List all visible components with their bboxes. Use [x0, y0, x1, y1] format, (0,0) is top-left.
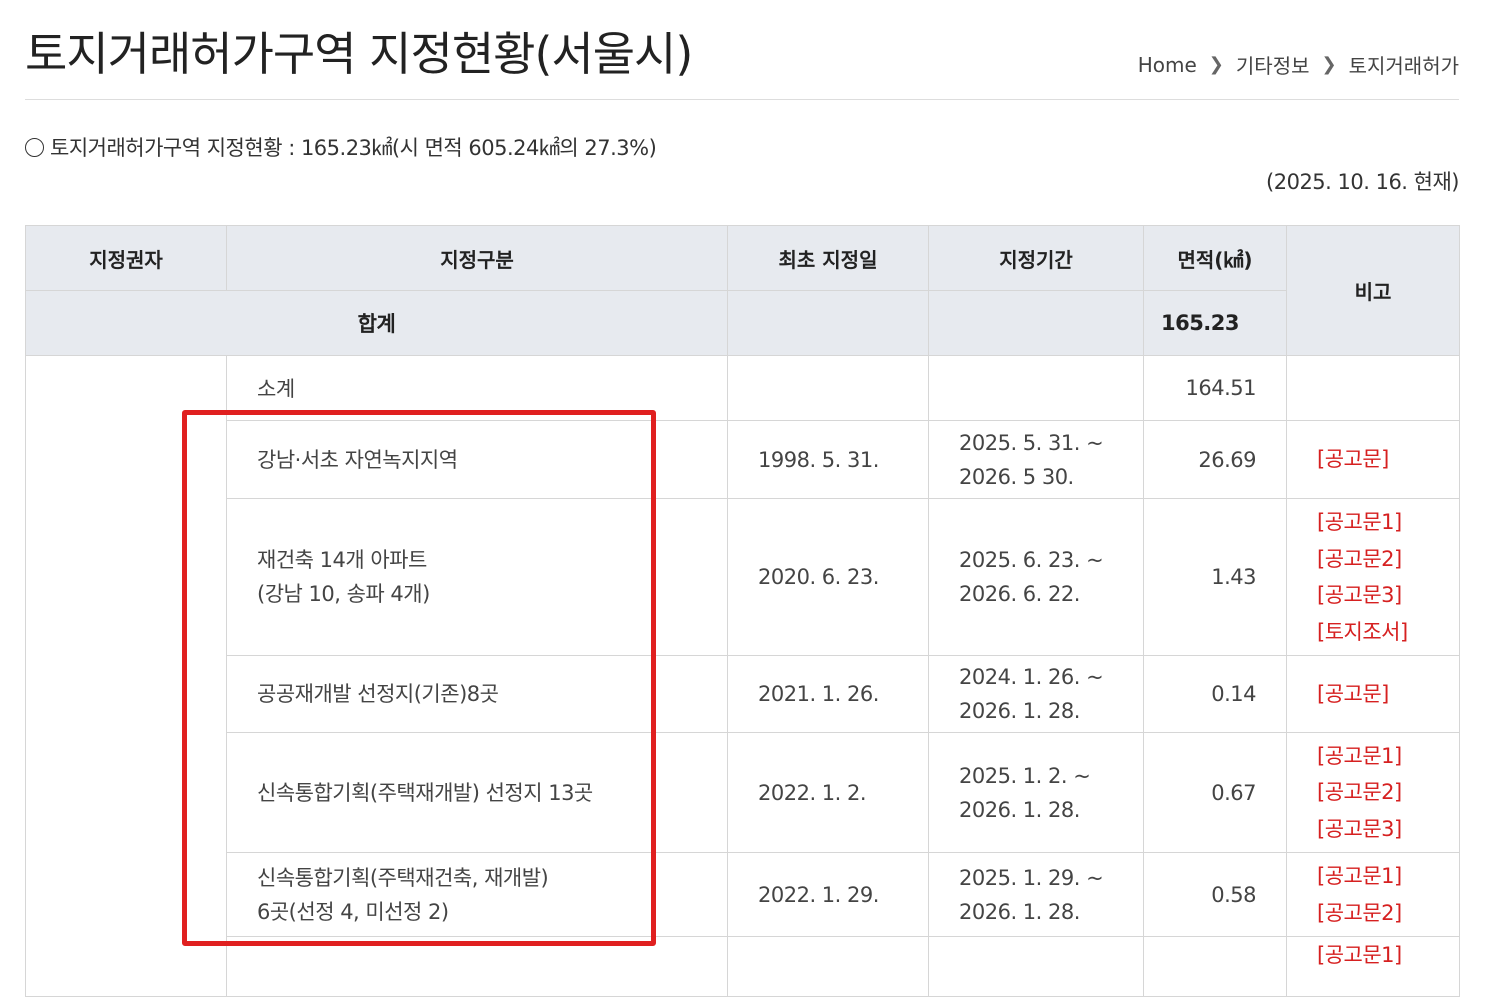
- land-record-link[interactable]: [토지조서]: [1317, 614, 1459, 651]
- category-cell: 강남·서초 자연녹지지역: [226, 420, 728, 499]
- area-cell: 1.43: [1143, 498, 1287, 656]
- table-row: 신속통합기획(주택재건축, 재개발) 6곳(선정 4, 미선정 2) 2022. …: [26, 852, 1460, 937]
- as-of-date: (2025. 10. 16. 현재): [1266, 170, 1459, 194]
- first-date-cell: 2020. 6. 23.: [727, 498, 929, 656]
- total-label: 합계: [25, 290, 728, 356]
- col-header-period: 지정기간: [928, 225, 1144, 291]
- col-header-first-date: 최초 지정일: [727, 225, 929, 291]
- notice-link-2[interactable]: [공고문2]: [1317, 895, 1459, 932]
- subtotal-area: 164.51: [1143, 355, 1287, 421]
- summary-text: 토지거래허가구역 지정현황 : 165.23㎢(시 면적 605.24㎢의 27…: [50, 136, 657, 160]
- designation-table: 지정권자 지정구분 최초 지정일 지정기간 면적(㎢) 비고 합계 165.23…: [25, 225, 1460, 997]
- subtotal-label: 소계: [226, 355, 728, 421]
- table-row: 공공재개발 선정지(기존)8곳 2021. 1. 26. 2024. 1. 26…: [26, 655, 1460, 733]
- note-cell: [공고문1]: [1286, 936, 1460, 997]
- total-area: 165.23: [1143, 290, 1287, 356]
- category-cell: 신속통합기획(주택재건축, 재개발) 6곳(선정 4, 미선정 2): [226, 852, 728, 937]
- title-divider: [25, 99, 1459, 100]
- authority-cell: [25, 355, 227, 997]
- breadcrumb: Home ❯ 기타정보 ❯ 토지거래허가: [1138, 50, 1459, 79]
- first-date-cell: 2022. 1. 2.: [727, 732, 929, 853]
- period-cell: 2024. 1. 26. ~2026. 1. 28.: [928, 655, 1144, 733]
- first-date-cell: 2021. 1. 26.: [727, 655, 929, 733]
- chevron-right-icon: ❯: [1321, 54, 1337, 75]
- note-cell: [공고문1] [공고문2]: [1286, 852, 1460, 937]
- period-cell: [928, 936, 1144, 997]
- period-cell: 2025. 1. 29. ~2026. 1. 28.: [928, 852, 1144, 937]
- col-header-authority: 지정권자: [25, 225, 227, 291]
- notice-link-2[interactable]: [공고문2]: [1317, 774, 1459, 811]
- notice-link-3[interactable]: [공고문3]: [1317, 811, 1459, 848]
- table-row: [공고문1]: [26, 936, 1460, 997]
- note-cell: [공고문]: [1286, 420, 1460, 499]
- category-cell: 재건축 14개 아파트 (강남 10, 송파 4개): [226, 498, 728, 656]
- note-cell: [공고문1] [공고문2] [공고문3]: [1286, 732, 1460, 853]
- breadcrumb-etc-info[interactable]: 기타정보: [1236, 50, 1310, 79]
- area-cell: 26.69: [1143, 420, 1287, 499]
- category-cell: 공공재개발 선정지(기존)8곳: [226, 655, 728, 733]
- page-title: 토지거래허가구역 지정현황(서울시): [25, 27, 693, 81]
- table-row: 강남·서초 자연녹지지역 1998. 5. 31. 2025. 5. 31. ~…: [26, 420, 1460, 499]
- subtotal-note: [1286, 355, 1460, 421]
- table-row: 신속통합기획(주택재개발) 선정지 13곳 2022. 1. 2. 2025. …: [26, 732, 1460, 853]
- area-cell: 0.14: [1143, 655, 1287, 733]
- notice-link-3[interactable]: [공고문3]: [1317, 577, 1459, 614]
- note-cell: [공고문1] [공고문2] [공고문3] [토지조서]: [1286, 498, 1460, 656]
- table-row: 재건축 14개 아파트 (강남 10, 송파 4개) 2020. 6. 23. 2…: [26, 498, 1460, 656]
- subtotal-period: [928, 355, 1144, 421]
- period-cell: 2025. 5. 31. ~2026. 5 30.: [928, 420, 1144, 499]
- breadcrumb-home[interactable]: Home: [1138, 53, 1197, 77]
- total-first-date: [727, 290, 929, 356]
- subtotal-first-date: [727, 355, 929, 421]
- col-header-note: 비고: [1286, 225, 1460, 356]
- notice-link-1[interactable]: [공고문1]: [1317, 738, 1459, 775]
- breadcrumb-land-permit[interactable]: 토지거래허가: [1349, 50, 1459, 79]
- notice-link-1[interactable]: [공고문1]: [1317, 504, 1459, 541]
- area-cell: 0.58: [1143, 852, 1287, 937]
- notice-link[interactable]: [공고문]: [1317, 441, 1459, 478]
- notice-link-1[interactable]: [공고문1]: [1317, 858, 1459, 895]
- circle-bullet-icon: [25, 138, 44, 157]
- notice-link-2[interactable]: [공고문2]: [1317, 541, 1459, 578]
- notice-link[interactable]: [공고문]: [1317, 676, 1459, 713]
- category-cell: 신속통합기획(주택재개발) 선정지 13곳: [226, 732, 728, 853]
- first-date-cell: 1998. 5. 31.: [727, 420, 929, 499]
- col-header-category: 지정구분: [226, 225, 728, 291]
- notice-link-1[interactable]: [공고문1]: [1317, 937, 1459, 974]
- period-cell: 2025. 6. 23. ~2026. 6. 22.: [928, 498, 1144, 656]
- area-cell: 0.67: [1143, 732, 1287, 853]
- note-cell: [공고문]: [1286, 655, 1460, 733]
- category-cell: [226, 936, 728, 997]
- area-cell: [1143, 936, 1287, 997]
- first-date-cell: [727, 936, 929, 997]
- chevron-right-icon: ❯: [1208, 54, 1224, 75]
- first-date-cell: 2022. 1. 29.: [727, 852, 929, 937]
- summary-line: 토지거래허가구역 지정현황 : 165.23㎢(시 면적 605.24㎢의 27…: [25, 132, 657, 162]
- total-period: [928, 290, 1144, 356]
- period-cell: 2025. 1. 2. ~2026. 1. 28.: [928, 732, 1144, 853]
- col-header-area: 면적(㎢): [1143, 225, 1287, 291]
